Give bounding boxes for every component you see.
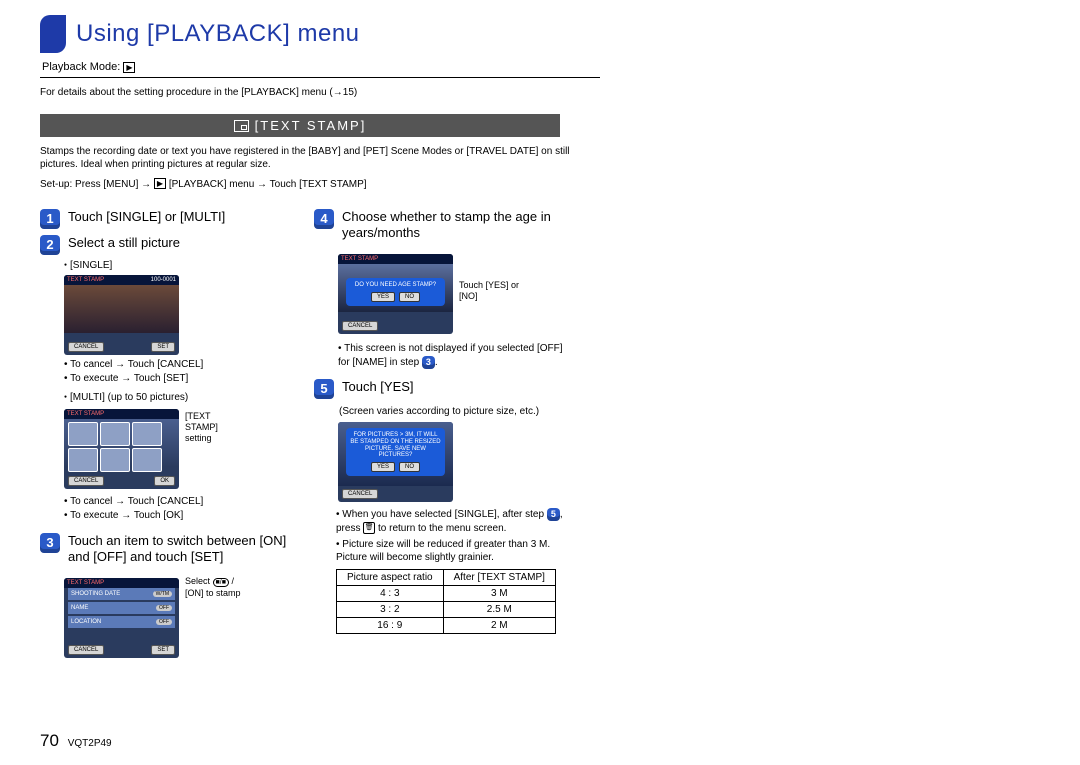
table-row: 3 : 22.5 M: [337, 601, 556, 617]
intro-paragraph: Stamps the recording date or text you ha…: [40, 145, 580, 172]
two-column-layout: 1 Touch [SINGLE] or [MULTI] 2 Select a s…: [40, 209, 660, 662]
screenshot-settings: TEXT STAMP SHOOTING DATEW/TM NAMEOFF LOC…: [64, 578, 179, 658]
page-footer: 70 VQT2P49: [40, 731, 112, 751]
ss2-ok-button: OK: [154, 476, 175, 486]
screenshot-settings-row: TEXT STAMP SHOOTING DATEW/TM NAMEOFF LOC…: [64, 574, 290, 662]
step-number-3: 3: [40, 533, 60, 553]
single-set-note: To execute → Touch [SET]: [64, 373, 290, 384]
ss3-row-location: LOCATIONOFF: [68, 616, 175, 628]
ss5-cancel-button: CANCEL: [342, 489, 378, 499]
step-ref-3-icon: 3: [422, 356, 435, 369]
ss4-body: DO YOU NEED AGE STAMP? YESNO: [338, 264, 453, 312]
page-title: Using [PLAYBACK] menu: [76, 20, 360, 48]
step4-side-note: Touch [YES] or [NO]: [459, 250, 529, 302]
step3-side-note: Select ■/■ / [ON] to stamp: [185, 574, 245, 598]
step-2: 2 Select a still picture: [40, 235, 290, 251]
step-3: 3 Touch an item to switch between [ON] a…: [40, 533, 290, 564]
table-header-after: After [TEXT STAMP]: [443, 569, 555, 585]
screenshot-single: TEXT STAMP 100-0001 CANCEL SET: [64, 275, 179, 355]
details-crossref: For details about the setting procedure …: [40, 86, 660, 100]
ss5-yes: YES: [371, 462, 395, 472]
table-header-ratio: Picture aspect ratio: [337, 569, 444, 585]
step5-subtext: (Screen varies according to picture size…: [339, 405, 564, 419]
single-cancel-note: To cancel → Touch [CANCEL]: [64, 359, 290, 370]
screenshot-multi-row: TEXT STAMP CANCEL OK [TEXT STAMP] settin…: [64, 405, 290, 493]
setup-prefix: Set-up: Press [MENU] →: [40, 179, 154, 190]
screenshot-age-row: TEXT STAMP DO YOU NEED AGE STAMP? YESNO …: [338, 250, 564, 338]
section-tab-icon: [40, 15, 66, 53]
step-1: 1 Touch [SINGLE] or [MULTI]: [40, 209, 290, 225]
step-4: 4 Choose whether to stamp the age in yea…: [314, 209, 564, 240]
ss4-dialog: DO YOU NEED AGE STAMP? YESNO: [346, 278, 445, 306]
ss1-cancel-button: CANCEL: [68, 342, 104, 352]
divider: [40, 77, 600, 78]
ss4-cancel-button: CANCEL: [342, 321, 378, 331]
step-3-text: Touch an item to switch between [ON] and…: [68, 533, 286, 564]
page-number: 70: [40, 731, 59, 750]
screenshot-confirm: FOR PICTURES > 3M, IT WILL BE STAMPED ON…: [338, 422, 453, 502]
section-header-label: [TEXT STAMP]: [255, 118, 367, 133]
step-number-1: 1: [40, 209, 60, 229]
step-number-5: 5: [314, 379, 334, 399]
size-reduce-note: • Picture size will be reduced if greate…: [336, 538, 564, 565]
ss4-no: NO: [399, 292, 420, 302]
step4-footnote: • This screen is not displayed if you se…: [338, 342, 564, 369]
ss1-body: [64, 285, 179, 333]
ss3-row-shooting-date: SHOOTING DATEW/TM: [68, 588, 175, 600]
ss3-cancel-button: CANCEL: [68, 645, 104, 655]
setup-suffix: [PLAYBACK] menu → Touch [TEXT STAMP]: [166, 179, 366, 190]
single-return-note: • When you have selected [SINGLE], after…: [336, 508, 564, 535]
right-column: 4 Choose whether to stamp the age in yea…: [314, 209, 564, 662]
step-2-text: Select a still picture: [68, 235, 180, 250]
mode-label: Playback Mode:: [42, 61, 120, 73]
step-5-text: Touch [YES]: [342, 379, 414, 394]
ss5-body: FOR PICTURES > 3M, IT WILL BE STAMPED ON…: [338, 422, 453, 486]
ss2-body: [64, 419, 179, 467]
ss5-no: NO: [399, 462, 420, 472]
step-ref-5-icon: 5: [547, 508, 560, 521]
step-1-text: Touch [SINGLE] or [MULTI]: [68, 209, 225, 224]
screenshot-multi: TEXT STAMP CANCEL OK: [64, 409, 179, 489]
step-5: 5 Touch [YES]: [314, 379, 564, 395]
multi-side-note: [TEXT STAMP] setting: [185, 405, 245, 443]
section-header-bar: [TEXT STAMP]: [40, 114, 560, 137]
step-number-4: 4: [314, 209, 334, 229]
ss2-cancel-button: CANCEL: [68, 476, 104, 486]
manual-page: Using [PLAYBACK] menu Playback Mode: ▶ F…: [0, 0, 660, 662]
step-number-2: 2: [40, 235, 60, 255]
setup-line: Set-up: Press [MENU] → ▶ [PLAYBACK] menu…: [40, 178, 660, 192]
ss3-header: TEXT STAMP: [64, 578, 179, 588]
title-row: Using [PLAYBACK] menu: [40, 15, 660, 53]
ss3-set-button: SET: [151, 645, 175, 655]
trash-icon: 🗑: [363, 522, 375, 534]
single-sublabel: [SINGLE]: [64, 260, 290, 271]
ss5-dialog: FOR PICTURES > 3M, IT WILL BE STAMPED ON…: [346, 428, 445, 475]
ss4-header: TEXT STAMP: [338, 254, 453, 264]
playback-mode-line: Playback Mode: ▶: [42, 61, 660, 73]
playback-icon-inline: ▶: [154, 178, 166, 189]
multi-cancel-note: To cancel → Touch [CANCEL]: [64, 496, 290, 507]
table-row: 16 : 92 M: [337, 617, 556, 633]
ss3-row-name: NAMEOFF: [68, 602, 175, 614]
ss4-yes: YES: [371, 292, 395, 302]
left-column: 1 Touch [SINGLE] or [MULTI] 2 Select a s…: [40, 209, 290, 662]
text-stamp-icon: [234, 120, 249, 132]
ss1-set-button: SET: [151, 342, 175, 352]
multi-ok-note: To execute → Touch [OK]: [64, 510, 290, 521]
ss1-header: TEXT STAMP 100-0001: [64, 275, 179, 285]
doc-code: VQT2P49: [68, 738, 112, 749]
table-row: 4 : 33 M: [337, 585, 556, 601]
playback-mode-icon: ▶: [123, 62, 135, 73]
screenshot-age-dialog: TEXT STAMP DO YOU NEED AGE STAMP? YESNO …: [338, 254, 453, 334]
multi-sublabel: [MULTI] (up to 50 pictures): [64, 392, 290, 403]
ss2-header: TEXT STAMP: [64, 409, 179, 419]
step-4-text: Choose whether to stamp the age in years…: [342, 209, 551, 240]
aspect-ratio-table: Picture aspect ratio After [TEXT STAMP] …: [336, 569, 556, 634]
